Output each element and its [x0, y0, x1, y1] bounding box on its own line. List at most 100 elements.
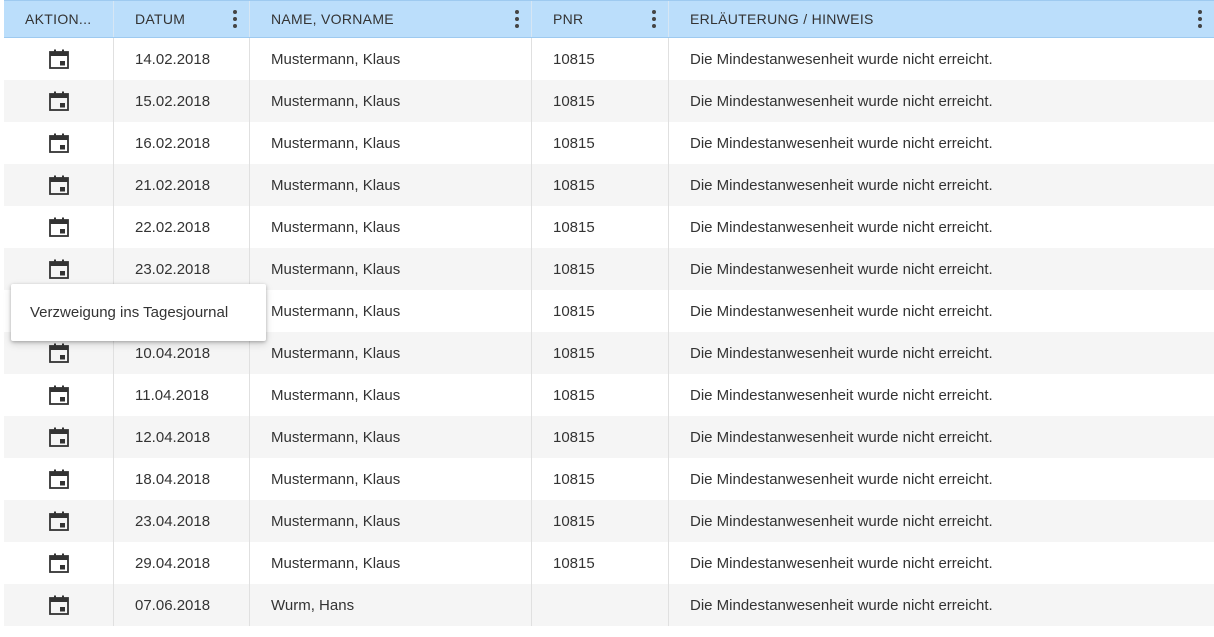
table-row[interactable]: 14.02.2018 Mustermann, Klaus 10815 Die Mind…: [4, 38, 1214, 80]
column-header-date[interactable]: DATUM: [114, 1, 250, 37]
row-action-cell: [4, 80, 114, 122]
cell-pnr: 10815: [532, 500, 669, 542]
column-header-pnr[interactable]: PNR: [532, 1, 669, 37]
cell-date: 18.04.2018: [114, 458, 250, 500]
calendar-icon[interactable]: [48, 258, 70, 280]
column-header-label: AKTION...: [25, 11, 92, 27]
row-action-cell: [4, 164, 114, 206]
calendar-icon[interactable]: [48, 90, 70, 112]
cell-date: 22.02.2018: [114, 206, 250, 248]
calendar-icon[interactable]: [48, 426, 70, 448]
table-row[interactable]: 15.02.2018 Mustermann, Klaus 10815 Die Mind…: [4, 80, 1214, 122]
cell-name: Mustermann, Klaus: [250, 164, 532, 206]
column-header-label: NAME, VORNAME: [271, 11, 394, 27]
cell-note: Die Mindestanwesenheit wurde nicht errei…: [690, 512, 993, 530]
column-menu-icon[interactable]: [652, 10, 656, 28]
column-header-label: PNR: [553, 11, 584, 27]
cell-name: Mustermann, Klaus: [250, 206, 532, 248]
calendar-icon[interactable]: [48, 468, 70, 490]
cell-pnr: 10815: [532, 38, 669, 80]
cell-pnr: 10815: [532, 416, 669, 458]
cell-note: Die Mindestanwesenheit wurde nicht errei…: [690, 302, 993, 320]
column-menu-icon[interactable]: [515, 10, 519, 28]
cell-name: Mustermann, Klaus: [250, 38, 532, 80]
cell-note: Die Mindestanwesenheit wurde nicht errei…: [690, 92, 993, 110]
cell-date: 12.04.2018: [114, 416, 250, 458]
table-row[interactable]: 21.02.2018 Mustermann, Klaus 10815 Die Mind…: [4, 164, 1214, 206]
cell-name: Wurm, Hans: [250, 584, 532, 626]
column-header-label: DATUM: [135, 11, 186, 27]
cell-date: 15.02.2018: [114, 80, 250, 122]
calendar-icon[interactable]: [48, 216, 70, 238]
cell-date: 14.02.2018: [114, 38, 250, 80]
row-action-cell: [4, 206, 114, 248]
cell-pnr: 10815: [532, 290, 669, 332]
cell-name: Mustermann, Klaus: [250, 542, 532, 584]
column-header-name[interactable]: NAME, VORNAME: [250, 1, 532, 37]
cell-date: 11.04.2018: [114, 374, 250, 416]
grid-header: AKTION... DATUM NAME, VORNAME PNR ERLÄUT…: [4, 0, 1214, 38]
calendar-icon[interactable]: [48, 48, 70, 70]
column-header-label: ERLÄUTERUNG / HINWEIS: [690, 11, 874, 27]
row-action-cell: [4, 416, 114, 458]
column-header-actions[interactable]: AKTION...: [4, 1, 114, 37]
cell-name: Mustermann, Klaus: [250, 332, 532, 374]
cell-date: 07.06.2018: [114, 584, 250, 626]
table-row[interactable]: 23.04.2018 Mustermann, Klaus 10815 Die Mind…: [4, 500, 1214, 542]
calendar-icon[interactable]: [48, 174, 70, 196]
cell-note: Die Mindestanwesenheit wurde nicht errei…: [690, 344, 993, 362]
row-action-cell: [4, 38, 114, 80]
cell-date: 16.02.2018: [114, 122, 250, 164]
table-row[interactable]: 12.04.2018 Mustermann, Klaus 10815 Die Mind…: [4, 416, 1214, 458]
row-action-cell: [4, 542, 114, 584]
calendar-icon[interactable]: [48, 594, 70, 616]
cell-name: Mustermann, Klaus: [250, 122, 532, 164]
table-row[interactable]: 11.04.2018 Mustermann, Klaus 10815 Die Mind…: [4, 374, 1214, 416]
tooltip-text: Verzweigung ins Tagesjournal: [30, 304, 229, 321]
cell-date: 21.02.2018: [114, 164, 250, 206]
cell-note: Die Mindestanwesenheit wurde nicht errei…: [690, 134, 993, 152]
table-row[interactable]: 22.02.2018 Mustermann, Klaus 10815 Die Mind…: [4, 206, 1214, 248]
column-header-note[interactable]: ERLÄUTERUNG / HINWEIS: [669, 1, 1214, 37]
column-menu-icon[interactable]: [233, 10, 237, 28]
table-row[interactable]: 16.02.2018 Mustermann, Klaus 10815 Die Mind…: [4, 122, 1214, 164]
table-row[interactable]: 07.06.2018 Wurm, Hans Die Mindestanwesenhe…: [4, 584, 1214, 626]
calendar-icon[interactable]: [48, 510, 70, 532]
cell-pnr: 10815: [532, 164, 669, 206]
calendar-icon[interactable]: [48, 384, 70, 406]
cell-note: Die Mindestanwesenheit wurde nicht errei…: [690, 470, 993, 488]
cell-note: Die Mindestanwesenheit wurde nicht errei…: [690, 428, 993, 446]
cell-pnr: 10815: [532, 374, 669, 416]
calendar-icon[interactable]: [48, 132, 70, 154]
cell-date: 23.04.2018: [114, 500, 250, 542]
table-row[interactable]: 18.04.2018 Mustermann, Klaus 10815 Die Mind…: [4, 458, 1214, 500]
calendar-icon[interactable]: [48, 552, 70, 574]
cell-pnr: 10815: [532, 122, 669, 164]
cell-name: Mustermann, Klaus: [250, 290, 532, 332]
row-action-cell: [4, 458, 114, 500]
cell-name: Mustermann, Klaus: [250, 80, 532, 122]
row-action-cell: [4, 500, 114, 542]
cell-pnr: 10815: [532, 206, 669, 248]
cell-pnr: 10815: [532, 332, 669, 374]
row-action-cell: [4, 374, 114, 416]
cell-pnr: 10815: [532, 458, 669, 500]
tooltip: Verzweigung ins Tagesjournal: [11, 284, 266, 341]
cell-pnr: [532, 584, 669, 626]
cell-note: Die Mindestanwesenheit wurde nicht errei…: [690, 50, 993, 68]
cell-name: Mustermann, Klaus: [250, 500, 532, 542]
column-menu-icon[interactable]: [1198, 10, 1202, 28]
row-action-cell: [4, 122, 114, 164]
table-row[interactable]: 29.04.2018 Mustermann, Klaus 10815 Die Mind…: [4, 542, 1214, 584]
cell-note: Die Mindestanwesenheit wurde nicht errei…: [690, 386, 993, 404]
calendar-icon[interactable]: [48, 342, 70, 364]
row-action-cell: [4, 584, 114, 626]
cell-note: Die Mindestanwesenheit wurde nicht errei…: [690, 260, 993, 278]
cell-name: Mustermann, Klaus: [250, 374, 532, 416]
cell-date: 29.04.2018: [114, 542, 250, 584]
cell-note: Die Mindestanwesenheit wurde nicht errei…: [690, 596, 993, 614]
cell-pnr: 10815: [532, 80, 669, 122]
cell-note: Die Mindestanwesenheit wurde nicht errei…: [690, 176, 993, 194]
cell-name: Mustermann, Klaus: [250, 248, 532, 290]
cell-name: Mustermann, Klaus: [250, 458, 532, 500]
